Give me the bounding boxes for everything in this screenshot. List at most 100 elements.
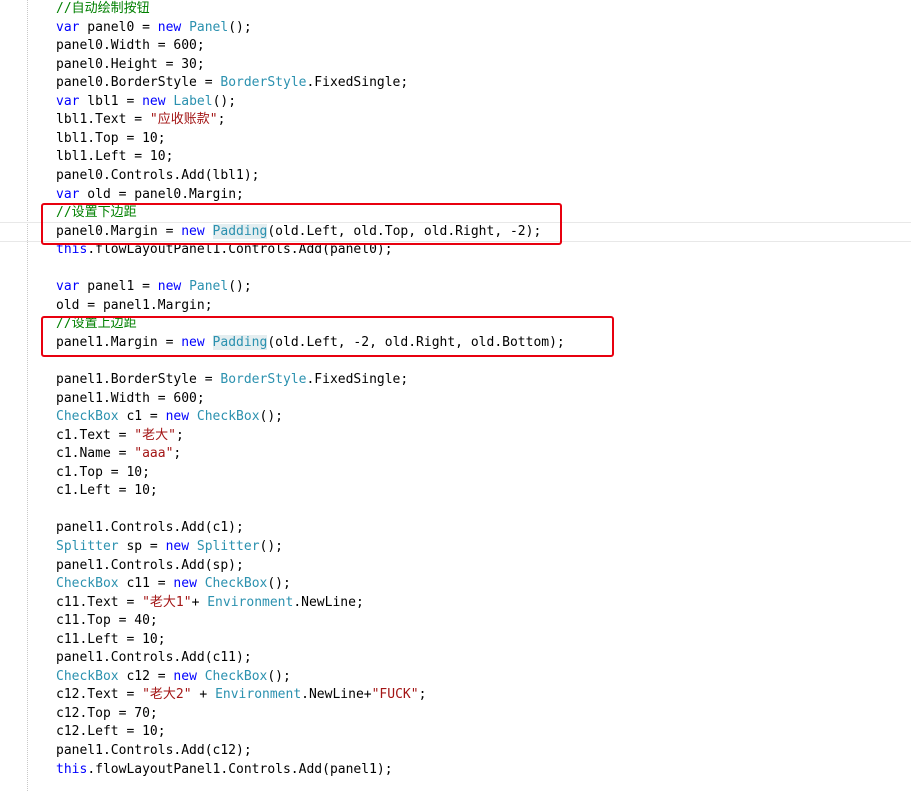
- code-token: CheckBox: [56, 409, 119, 425]
- code-line[interactable]: panel0.Height = 30;: [56, 56, 205, 74]
- code-token: ();: [259, 409, 284, 425]
- code-line[interactable]: c1.Top = 10;: [56, 464, 150, 482]
- code-token: +: [191, 594, 208, 610]
- code-line[interactable]: panel1.Controls.Add(c1);: [56, 519, 244, 537]
- code-line[interactable]: CheckBox c11 = new CheckBox();: [56, 575, 291, 593]
- code-token: ();: [228, 19, 252, 35]
- code-line[interactable]: c1.Name = "aaa";: [56, 445, 181, 463]
- code-token: c12.Top = 70;: [56, 705, 158, 721]
- code-line[interactable]: Splitter sp = new Splitter();: [56, 538, 283, 556]
- code-token: Panel: [189, 19, 229, 35]
- code-token: new: [157, 19, 182, 35]
- code-token: Label: [173, 93, 213, 109]
- code-line[interactable]: panel1.Controls.Add(c12);: [56, 742, 252, 760]
- code-line[interactable]: c12.Left = 10;: [56, 723, 166, 741]
- code-token: lbl1.Text =: [56, 112, 150, 128]
- code-token: old = panel1.Margin;: [56, 297, 213, 313]
- code-token: Splitter: [196, 538, 260, 554]
- code-token: panel0.BorderStyle =: [56, 75, 221, 91]
- indent-guide: [27, 0, 28, 791]
- code-token: .flowLayoutPanel1.Controls.Add(panel1);: [87, 761, 393, 777]
- code-line[interactable]: panel0.BorderStyle = BorderStyle.FixedSi…: [56, 74, 408, 92]
- code-line[interactable]: c12.Top = 70;: [56, 705, 158, 723]
- code-line[interactable]: lbl1.Text = "应收账款";: [56, 111, 225, 129]
- code-line[interactable]: var old = panel0.Margin;: [56, 186, 244, 204]
- code-token: panel1.BorderStyle =: [56, 372, 221, 387]
- code-token: panel1 =: [79, 279, 158, 295]
- code-token: panel1.Controls.Add(c1);: [56, 520, 244, 536]
- code-token: var: [56, 93, 80, 109]
- code-token: ();: [267, 668, 291, 684]
- code-token: Environment: [215, 687, 302, 703]
- code-line[interactable]: panel0.Controls.Add(lbl1);: [56, 167, 260, 185]
- code-token: panel1.Width = 600;: [56, 390, 205, 406]
- code-line[interactable]: var panel0 = new Panel();: [56, 19, 252, 37]
- code-line[interactable]: //自动绘制按钮: [56, 0, 150, 18]
- code-line[interactable]: c11.Left = 10;: [56, 631, 166, 649]
- code-token: sp =: [118, 538, 166, 554]
- code-token: ;: [418, 687, 427, 703]
- code-token: "老大": [134, 427, 176, 443]
- code-token: panel0.Height = 30;: [56, 56, 205, 72]
- code-line[interactable]: c11.Text = "老大1"+ Environment.NewLine;: [56, 594, 364, 612]
- code-line[interactable]: c1.Left = 10;: [56, 482, 158, 500]
- code-line[interactable]: this.flowLayoutPanel1.Controls.Add(panel…: [56, 761, 393, 779]
- code-token: c1.Top = 10;: [56, 464, 150, 480]
- code-token: new: [157, 279, 182, 295]
- code-token: new: [173, 576, 197, 592]
- code-token: +: [191, 687, 216, 703]
- code-line[interactable]: var lbl1 = new Label();: [56, 93, 236, 111]
- code-token: CheckBox: [196, 409, 260, 425]
- code-token: //自动绘制按钮: [56, 1, 150, 16]
- code-line[interactable]: c11.Top = 40;: [56, 612, 158, 630]
- code-token: c11.Text =: [56, 594, 143, 610]
- code-token: panel0.Width = 600;: [56, 38, 205, 54]
- code-token: c12 =: [118, 668, 174, 684]
- code-line[interactable]: panel0.Width = 600;: [56, 37, 205, 55]
- code-line[interactable]: old = panel1.Margin;: [56, 297, 213, 315]
- code-token: panel0 =: [79, 19, 158, 35]
- code-token: BorderStyle: [220, 372, 307, 387]
- code-token: ;: [175, 427, 184, 443]
- code-token: ();: [228, 279, 252, 295]
- code-token: old = panel0.Margin;: [79, 186, 244, 202]
- code-token: this: [56, 761, 88, 777]
- code-token: BorderStyle: [220, 75, 307, 91]
- code-token: ();: [259, 538, 284, 554]
- code-token: new: [165, 538, 190, 554]
- code-line[interactable]: panel1.Controls.Add(sp);: [56, 557, 244, 575]
- code-line[interactable]: c1.Text = "老大";: [56, 427, 184, 445]
- code-token: c1.Left = 10;: [56, 483, 158, 499]
- code-token: panel1.Controls.Add(c11);: [56, 650, 252, 666]
- code-token: .FixedSingle;: [306, 372, 409, 387]
- code-token: Panel: [189, 279, 229, 295]
- code-line[interactable]: lbl1.Left = 10;: [56, 148, 173, 166]
- code-token: c11.Top = 40;: [56, 613, 158, 629]
- code-token: CheckBox: [56, 576, 119, 592]
- code-line[interactable]: CheckBox c1 = new CheckBox();: [56, 408, 283, 426]
- code-token: lbl1.Left = 10;: [56, 149, 174, 165]
- code-token: panel1.Controls.Add(sp);: [56, 557, 244, 573]
- code-token: c1 =: [118, 409, 166, 425]
- code-line[interactable]: CheckBox c12 = new CheckBox();: [56, 668, 291, 686]
- code-line[interactable]: var panel1 = new Panel();: [56, 278, 252, 296]
- code-line[interactable]: panel1.Controls.Add(c11);: [56, 649, 252, 667]
- code-line[interactable]: panel1.Width = 600;: [56, 390, 205, 408]
- code-token: CheckBox: [204, 576, 268, 592]
- code-token: Splitter: [56, 538, 119, 554]
- code-editor[interactable]: //自动绘制按钮 var panel0 = new Panel(); panel0.…: [0, 0, 911, 791]
- code-token: .NewLine+: [301, 687, 372, 703]
- code-line[interactable]: c12.Text = "老大2" + Environment.NewLine+"…: [56, 686, 426, 704]
- code-token: CheckBox: [56, 668, 119, 684]
- code-token: lbl1.Top = 10;: [56, 130, 166, 146]
- code-line[interactable]: panel1.BorderStyle = BorderStyle.FixedSi…: [56, 371, 408, 389]
- code-token: ;: [217, 112, 226, 128]
- code-token: "老大2": [142, 687, 192, 703]
- code-token: c1.Text =: [56, 427, 135, 443]
- code-token: ;: [173, 446, 182, 462]
- code-line[interactable]: lbl1.Top = 10;: [56, 130, 166, 148]
